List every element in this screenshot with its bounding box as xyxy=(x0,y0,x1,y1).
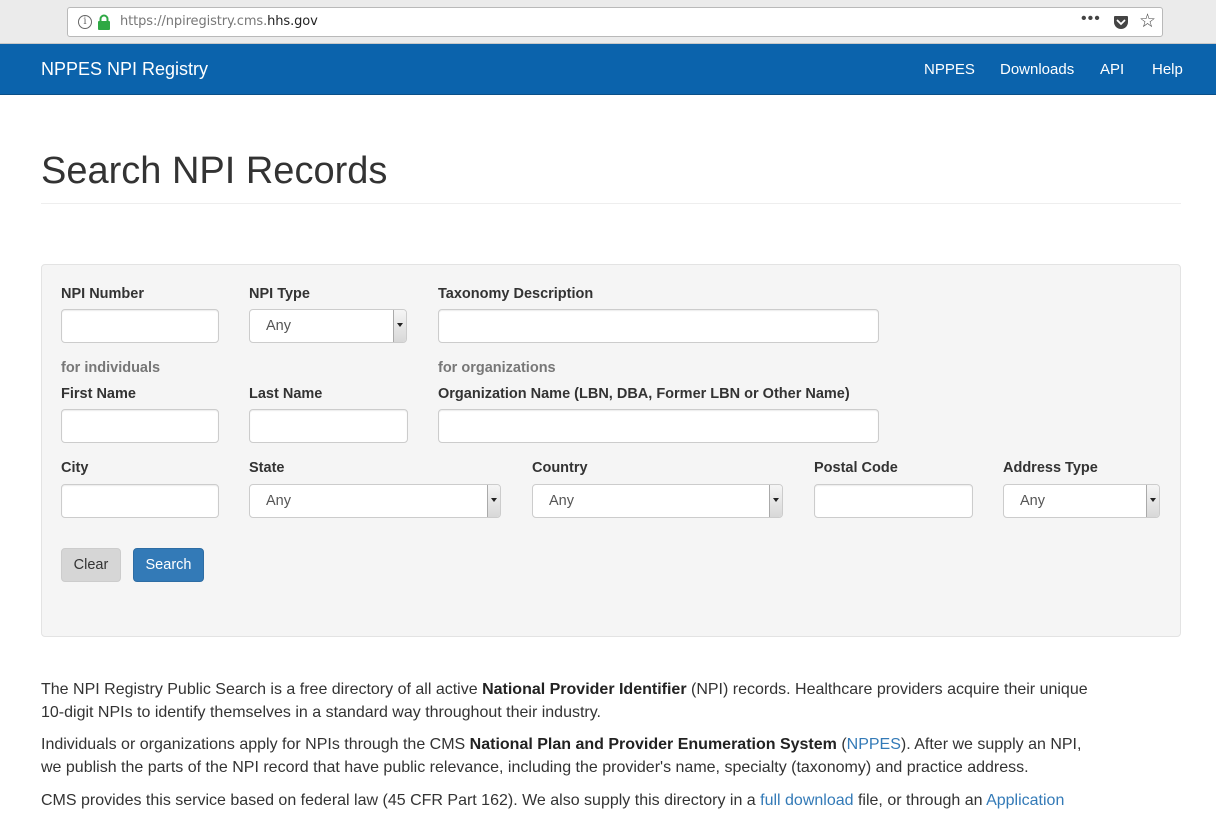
brand-link[interactable]: NPPES NPI Registry xyxy=(41,59,208,80)
postal-code-input[interactable] xyxy=(814,484,973,518)
intro-paragraph-2: Individuals or organizations apply for N… xyxy=(41,733,1101,779)
p1-bold: National Provider Identifier xyxy=(482,681,687,698)
nav-link-nppes[interactable]: NPPES xyxy=(924,61,975,78)
nppes-link[interactable]: NPPES xyxy=(847,736,901,753)
organization-name-input[interactable] xyxy=(438,409,879,443)
nav-link-api[interactable]: API xyxy=(1100,61,1124,78)
full-download-link[interactable]: full download xyxy=(760,792,853,809)
last-name-input[interactable] xyxy=(249,409,408,443)
dropdown-arrow-icon xyxy=(769,485,782,517)
nav-link-help[interactable]: Help xyxy=(1152,61,1183,78)
address-type-select[interactable]: Any xyxy=(1003,484,1160,518)
url-prefix: https://npiregistry.cms. xyxy=(120,14,268,29)
p1-text-a: The NPI Registry Public Search is a free… xyxy=(41,681,483,698)
more-actions-icon[interactable]: ••• xyxy=(1081,10,1101,28)
address-bar[interactable]: i https://npiregistry.cms.hhs.gov ••• ☆ xyxy=(67,7,1163,37)
npi-number-input[interactable] xyxy=(61,309,219,343)
url-text[interactable]: https://npiregistry.cms.hhs.gov xyxy=(120,14,318,29)
dropdown-arrow-icon xyxy=(1146,485,1159,517)
first-name-label: First Name xyxy=(61,386,136,402)
npi-type-value: Any xyxy=(266,318,291,334)
browser-toolbar: i https://npiregistry.cms.hhs.gov ••• ☆ xyxy=(0,0,1216,44)
p2-text-a: Individuals or organizations apply for N… xyxy=(41,736,470,753)
state-value: Any xyxy=(266,493,291,509)
individuals-note: for individuals xyxy=(61,360,161,376)
intro-paragraph-1: The NPI Registry Public Search is a free… xyxy=(41,678,1101,724)
search-button[interactable]: Search xyxy=(133,548,204,582)
dropdown-arrow-icon xyxy=(487,485,500,517)
first-name-input[interactable] xyxy=(61,409,219,443)
country-label: Country xyxy=(532,460,588,476)
nav-link-downloads[interactable]: Downloads xyxy=(1000,61,1074,78)
bookmark-star-icon[interactable]: ☆ xyxy=(1139,10,1156,33)
dropdown-arrow-icon xyxy=(393,310,406,342)
site-navbar: NPPES NPI Registry NPPES Downloads API H… xyxy=(0,44,1216,95)
state-label: State xyxy=(249,460,285,476)
p3-text-a: CMS provides this service based on feder… xyxy=(41,792,761,809)
lock-icon[interactable] xyxy=(97,14,111,30)
country-select[interactable]: Any xyxy=(532,484,783,518)
pocket-icon[interactable] xyxy=(1113,14,1129,30)
application-link[interactable]: Application xyxy=(986,792,1064,809)
npi-number-label: NPI Number xyxy=(61,286,144,302)
clear-button[interactable]: Clear xyxy=(61,548,121,582)
p3-text-b: file, or through an xyxy=(853,792,987,809)
npi-type-select[interactable]: Any xyxy=(249,309,407,343)
intro-paragraph-3: CMS provides this service based on feder… xyxy=(41,789,1101,812)
title-divider xyxy=(41,203,1181,204)
taxonomy-input[interactable] xyxy=(438,309,879,343)
last-name-label: Last Name xyxy=(249,386,323,402)
url-domain: hhs.gov xyxy=(267,14,318,29)
postal-code-label: Postal Code xyxy=(814,460,898,476)
city-input[interactable] xyxy=(61,484,219,518)
city-label: City xyxy=(61,460,89,476)
p2-bold: National Plan and Provider Enumeration S… xyxy=(469,736,837,753)
taxonomy-label: Taxonomy Description xyxy=(438,286,594,302)
state-select[interactable]: Any xyxy=(249,484,501,518)
address-type-label: Address Type xyxy=(1003,460,1098,476)
npi-type-label: NPI Type xyxy=(249,286,310,302)
p2-text-c: ( xyxy=(836,736,847,753)
organization-name-label: Organization Name (LBN, DBA, Former LBN … xyxy=(438,386,850,402)
organizations-note: for organizations xyxy=(438,360,556,376)
info-icon[interactable]: i xyxy=(78,15,92,29)
country-value: Any xyxy=(549,493,574,509)
address-type-value: Any xyxy=(1020,493,1045,509)
page-title: Search NPI Records xyxy=(41,150,388,192)
